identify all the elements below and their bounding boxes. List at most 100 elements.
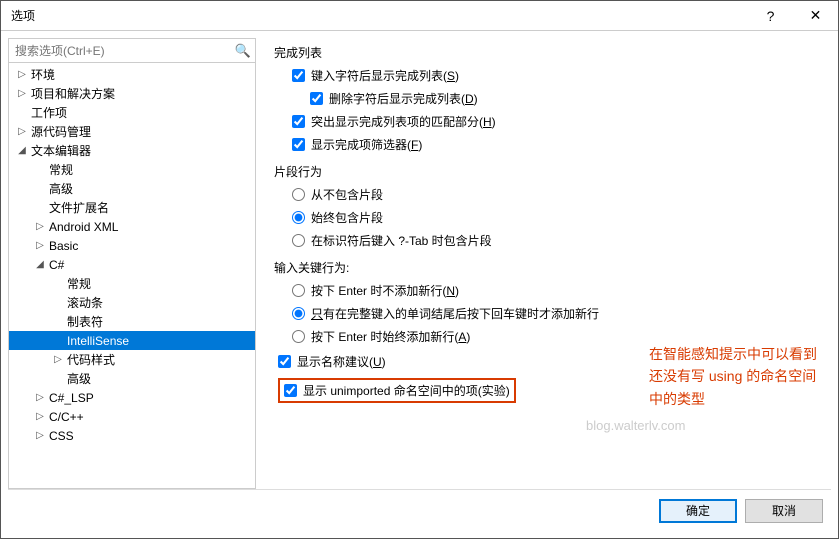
label-show-after-delete: 删除字符后显示完成列表(D) [329, 90, 478, 107]
tree-item-label: 文本编辑器 [29, 142, 91, 159]
tree-item-label: 环境 [29, 66, 55, 83]
window-title: 选项 [11, 7, 748, 24]
tree-item[interactable]: ▷CSS [9, 426, 255, 445]
close-button[interactable]: ✕ [793, 1, 838, 31]
option-show-filters[interactable]: 显示完成项筛选器(F) [292, 136, 821, 153]
label-snippet-never: 从不包含片段 [311, 186, 383, 203]
tree-item-label: 项目和解决方案 [29, 85, 115, 102]
expand-arrow-icon[interactable]: ◢ [33, 259, 47, 270]
expand-arrow-icon[interactable]: ◢ [15, 145, 29, 156]
tree-item[interactable]: 工作项 [9, 103, 255, 122]
tree-item-label: IntelliSense [65, 334, 129, 348]
tree-item-label: 工作项 [29, 104, 67, 121]
tree-item[interactable]: 文件扩展名 [9, 198, 255, 217]
tree-item-label: 常规 [47, 161, 73, 178]
tree-item[interactable]: 高级 [9, 179, 255, 198]
checkbox-show-after-delete[interactable] [310, 92, 323, 105]
main-area: 🔍 ▷环境▷项目和解决方案工作项▷源代码管理◢文本编辑器常规高级文件扩展名▷An… [8, 38, 831, 489]
tree-item-label: Android XML [47, 220, 118, 234]
checkbox-show-filters[interactable] [292, 138, 305, 151]
completion-group-title: 完成列表 [274, 44, 821, 61]
annotation-line2: 还没有写 using 的命名空间 [649, 365, 817, 387]
settings-panel: 完成列表 键入字符后显示完成列表(S) 删除字符后显示完成列表(D) 突出显示完… [256, 38, 831, 489]
enter-group-title: 输入关键行为: [274, 259, 821, 276]
tree-item[interactable]: IntelliSense [9, 331, 255, 350]
label-show-name-suggestions: 显示名称建议(U) [297, 353, 386, 370]
annotation-line3: 中的类型 [649, 388, 817, 410]
option-snippet-tab[interactable]: 在标识符后键入 ?-Tab 时包含片段 [292, 232, 821, 249]
option-snippet-never[interactable]: 从不包含片段 [292, 186, 821, 203]
tree-item-label: 滚动条 [65, 294, 103, 311]
radio-enter-always[interactable] [292, 330, 305, 343]
label-show-filters: 显示完成项筛选器(F) [311, 136, 422, 153]
option-highlight-match[interactable]: 突出显示完成列表项的匹配部分(H) [292, 113, 821, 130]
expand-arrow-icon[interactable]: ▷ [15, 88, 29, 99]
cancel-button[interactable]: 取消 [745, 499, 823, 523]
expand-arrow-icon[interactable]: ▷ [33, 221, 47, 232]
tree-item[interactable]: 高级 [9, 369, 255, 388]
tree-item[interactable]: ▷C/C++ [9, 407, 255, 426]
dialog-body: 🔍 ▷环境▷项目和解决方案工作项▷源代码管理◢文本编辑器常规高级文件扩展名▷An… [1, 31, 838, 538]
expand-arrow-icon[interactable]: ▷ [51, 354, 65, 365]
option-enter-only-full[interactable]: 只有在完整键入的单词结尾后按下回车键时才添加新行 [292, 305, 821, 322]
tree-item[interactable]: ▷项目和解决方案 [9, 84, 255, 103]
options-tree[interactable]: ▷环境▷项目和解决方案工作项▷源代码管理◢文本编辑器常规高级文件扩展名▷Andr… [9, 63, 255, 488]
tree-item-label: 文件扩展名 [47, 199, 109, 216]
expand-arrow-icon[interactable]: ▷ [15, 126, 29, 137]
label-enter-only-full: 只有在完整键入的单词结尾后按下回车键时才添加新行 [311, 305, 599, 322]
highlighted-option: 显示 unimported 命名空间中的项(实验) [278, 378, 516, 403]
label-highlight-match: 突出显示完成列表项的匹配部分(H) [311, 113, 496, 130]
ok-button[interactable]: 确定 [659, 499, 737, 523]
radio-enter-only-full[interactable] [292, 307, 305, 320]
radio-snippet-tab[interactable] [292, 234, 305, 247]
search-icon[interactable]: 🔍 [231, 43, 255, 59]
tree-item[interactable]: ▷Android XML [9, 217, 255, 236]
tree-item[interactable]: ◢C# [9, 255, 255, 274]
expand-arrow-icon[interactable]: ▷ [33, 411, 47, 422]
tree-item-label: 制表符 [65, 313, 103, 330]
tree-item-label: 高级 [47, 180, 73, 197]
expand-arrow-icon[interactable]: ▷ [15, 69, 29, 80]
tree-item[interactable]: ▷Basic [9, 236, 255, 255]
label-snippet-tab: 在标识符后键入 ?-Tab 时包含片段 [311, 232, 492, 249]
tree-item[interactable]: ◢文本编辑器 [9, 141, 255, 160]
option-show-after-char[interactable]: 键入字符后显示完成列表(S) [292, 67, 821, 84]
label-show-unimported: 显示 unimported 命名空间中的项(实验) [303, 382, 510, 399]
checkbox-show-after-char[interactable] [292, 69, 305, 82]
tree-item[interactable]: 常规 [9, 160, 255, 179]
checkbox-show-name-suggestions[interactable] [278, 355, 291, 368]
checkbox-show-unimported[interactable] [284, 384, 297, 397]
tree-item[interactable]: 常规 [9, 274, 255, 293]
option-enter-no-newline[interactable]: 按下 Enter 时不添加新行(N) [292, 282, 821, 299]
label-show-after-char: 键入字符后显示完成列表(S) [311, 67, 459, 84]
radio-snippet-never[interactable] [292, 188, 305, 201]
left-panel: 🔍 ▷环境▷项目和解决方案工作项▷源代码管理◢文本编辑器常规高级文件扩展名▷An… [8, 38, 256, 489]
radio-enter-no-newline[interactable] [292, 284, 305, 297]
tree-item-label: 常规 [65, 275, 91, 292]
checkbox-highlight-match[interactable] [292, 115, 305, 128]
watermark: blog.walterlv.com [586, 418, 685, 433]
option-show-after-delete[interactable]: 删除字符后显示完成列表(D) [310, 90, 821, 107]
tree-item-label: 源代码管理 [29, 123, 91, 140]
options-dialog: 选项 ? ✕ 🔍 ▷环境▷项目和解决方案工作项▷源代码管理◢文本编辑器常规高级文… [0, 0, 839, 539]
expand-arrow-icon[interactable]: ▷ [33, 430, 47, 441]
tree-item-label: C/C++ [47, 410, 84, 424]
tree-item[interactable]: 滚动条 [9, 293, 255, 312]
label-enter-no-newline: 按下 Enter 时不添加新行(N) [311, 282, 459, 299]
tree-item[interactable]: ▷环境 [9, 65, 255, 84]
help-button[interactable]: ? [748, 1, 793, 31]
label-snippet-always: 始终包含片段 [311, 209, 383, 226]
tree-item-label: C# [47, 258, 64, 272]
option-snippet-always[interactable]: 始终包含片段 [292, 209, 821, 226]
search-input[interactable] [9, 41, 231, 61]
titlebar: 选项 ? ✕ [1, 1, 838, 31]
expand-arrow-icon[interactable]: ▷ [33, 240, 47, 251]
annotation-line1: 在智能感知提示中可以看到 [649, 343, 817, 365]
expand-arrow-icon[interactable]: ▷ [33, 392, 47, 403]
tree-item[interactable]: ▷代码样式 [9, 350, 255, 369]
tree-item[interactable]: 制表符 [9, 312, 255, 331]
tree-item-label: 高级 [65, 370, 91, 387]
tree-item[interactable]: ▷源代码管理 [9, 122, 255, 141]
tree-item[interactable]: ▷C#_LSP [9, 388, 255, 407]
radio-snippet-always[interactable] [292, 211, 305, 224]
